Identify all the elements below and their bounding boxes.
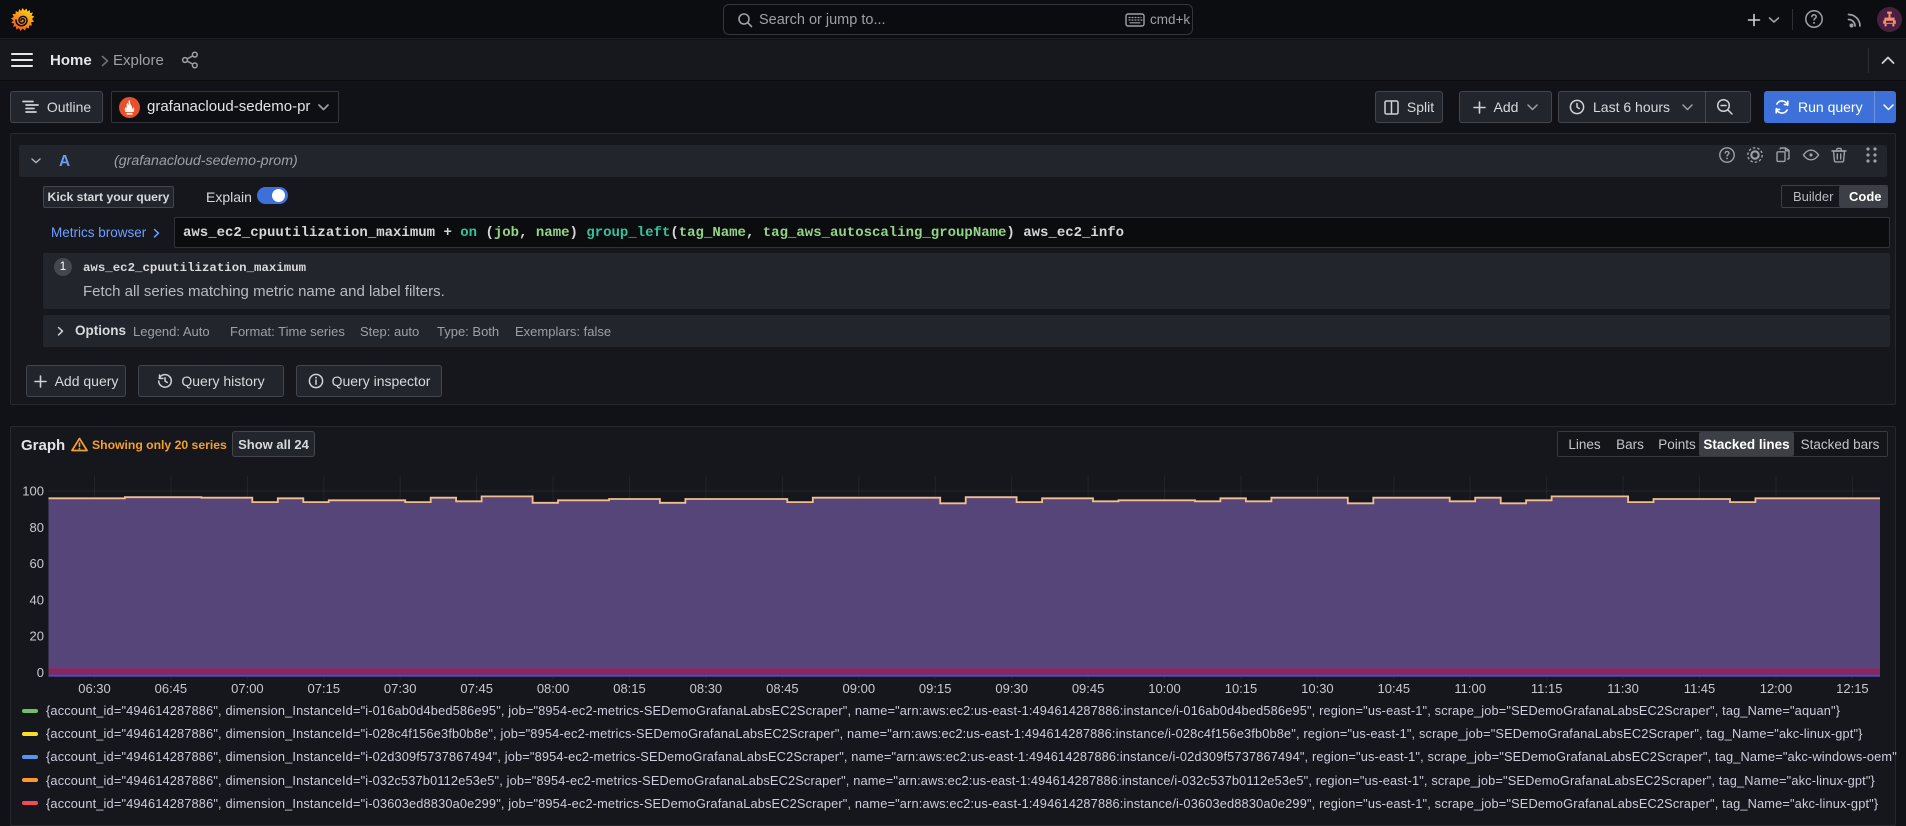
svg-text:20: 20 — [30, 629, 44, 644]
svg-text:11:45: 11:45 — [1684, 681, 1716, 696]
svg-text:07:15: 07:15 — [308, 681, 341, 696]
svg-text:100: 100 — [22, 484, 44, 499]
svg-text:09:45: 09:45 — [1072, 681, 1105, 696]
svg-text:11:15: 11:15 — [1531, 681, 1563, 696]
svg-text:07:00: 07:00 — [231, 681, 264, 696]
svg-text:10:15: 10:15 — [1225, 681, 1258, 696]
svg-text:10:30: 10:30 — [1301, 681, 1334, 696]
svg-text:08:00: 08:00 — [537, 681, 570, 696]
svg-text:10:45: 10:45 — [1378, 681, 1411, 696]
svg-text:08:45: 08:45 — [766, 681, 799, 696]
svg-text:11:30: 11:30 — [1607, 681, 1639, 696]
svg-text:40: 40 — [30, 592, 44, 607]
svg-text:06:30: 06:30 — [78, 681, 111, 696]
svg-text:09:00: 09:00 — [843, 681, 876, 696]
svg-text:07:30: 07:30 — [384, 681, 417, 696]
svg-text:06:45: 06:45 — [155, 681, 188, 696]
svg-text:12:15: 12:15 — [1836, 681, 1869, 696]
svg-text:10:00: 10:00 — [1148, 681, 1181, 696]
svg-text:0: 0 — [37, 665, 44, 680]
svg-text:11:00: 11:00 — [1454, 681, 1486, 696]
svg-text:09:30: 09:30 — [995, 681, 1028, 696]
svg-text:09:15: 09:15 — [919, 681, 952, 696]
svg-text:07:45: 07:45 — [460, 681, 493, 696]
svg-text:12:00: 12:00 — [1760, 681, 1793, 696]
svg-text:60: 60 — [30, 556, 44, 571]
svg-text:08:15: 08:15 — [613, 681, 646, 696]
svg-text:80: 80 — [30, 520, 44, 535]
svg-text:08:30: 08:30 — [690, 681, 723, 696]
